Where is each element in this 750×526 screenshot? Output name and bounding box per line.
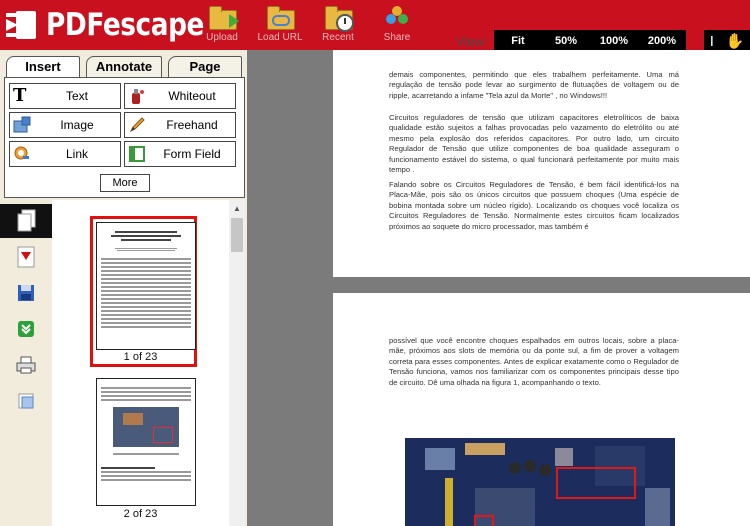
save-icon bbox=[18, 285, 34, 301]
pages-icon bbox=[17, 209, 36, 232]
text-tool-button[interactable]: T Text bbox=[9, 83, 121, 109]
pdf-button[interactable] bbox=[0, 240, 52, 274]
upload-folder-icon bbox=[207, 4, 239, 30]
top-bar: PDFescape Upload Load URL Recent Share V… bbox=[0, 0, 750, 52]
tab-page[interactable]: Page bbox=[168, 56, 242, 77]
page1-paragraph-1: demais componentes, permitindo que eles … bbox=[389, 70, 679, 100]
motherboard-image bbox=[405, 438, 675, 526]
whiteout-tool-label: Whiteout bbox=[168, 89, 216, 103]
pdfescape-logo-icon bbox=[6, 9, 38, 41]
tab-insert[interactable]: Insert bbox=[6, 56, 80, 77]
download-button[interactable] bbox=[0, 312, 52, 346]
motherboard-photo bbox=[405, 438, 675, 526]
pages-button[interactable] bbox=[0, 204, 52, 238]
link-icon bbox=[13, 145, 31, 163]
thumbnail-page-2[interactable] bbox=[96, 378, 196, 506]
tab-annotate[interactable]: Annotate bbox=[86, 56, 162, 77]
save-button[interactable] bbox=[0, 276, 52, 310]
zoom-bar: Fit 50% 100% 200% bbox=[494, 30, 686, 52]
page1-paragraph-3: Falando sobre os Circuitos Reguladores d… bbox=[389, 180, 679, 231]
whiteout-icon bbox=[128, 87, 146, 105]
image-icon bbox=[13, 116, 31, 134]
form-field-icon bbox=[128, 145, 146, 163]
cursor-tools: I ✋ bbox=[704, 30, 750, 52]
load-url-button[interactable]: Load URL bbox=[250, 4, 310, 43]
thumbnail-list: 1 of 23 2 of 23 bbox=[52, 200, 229, 526]
page-frame-icon bbox=[18, 393, 34, 409]
side-toolbar bbox=[0, 200, 52, 526]
insert-tools-panel: T Text Whiteout Image Freehand Link Form… bbox=[4, 77, 245, 198]
page-frame-button[interactable] bbox=[0, 384, 52, 418]
app-name: PDFescape bbox=[46, 7, 204, 43]
link-tool-label: Link bbox=[65, 147, 88, 161]
view-label: View: bbox=[456, 34, 488, 49]
page2-paragraph-1: possível que você encontre choques espal… bbox=[389, 336, 679, 387]
page1-paragraph-2: Circuitos reguladores de tensão que util… bbox=[389, 113, 679, 175]
load-url-label: Load URL bbox=[257, 32, 303, 43]
more-button[interactable]: More bbox=[100, 174, 150, 192]
thumbnail-page-1[interactable] bbox=[96, 222, 196, 350]
scrollbar-thumb[interactable] bbox=[231, 218, 243, 252]
recent-folder-icon bbox=[323, 4, 354, 32]
zoom-50[interactable]: 50% bbox=[542, 35, 590, 47]
hand-cursor-icon[interactable]: ✋ bbox=[726, 32, 745, 50]
freehand-tool-button[interactable]: Freehand bbox=[124, 112, 236, 138]
recent-button[interactable]: Recent bbox=[308, 4, 368, 43]
print-button[interactable] bbox=[0, 348, 52, 382]
thumbnail-label-1: 1 of 23 bbox=[123, 351, 158, 363]
share-people-icon bbox=[382, 4, 412, 30]
pdf-icon bbox=[17, 246, 35, 268]
form-field-tool-button[interactable]: Form Field bbox=[124, 141, 236, 167]
thumbnail-label-2: 2 of 23 bbox=[123, 508, 158, 520]
document-viewer[interactable]: demais componentes, permitindo que eles … bbox=[247, 50, 750, 526]
left-panel: Insert Annotate Page T Text Whiteout Ima… bbox=[0, 50, 247, 526]
form-field-tool-label: Form Field bbox=[163, 147, 221, 161]
download-icon bbox=[18, 321, 34, 337]
share-label: Share bbox=[383, 32, 411, 43]
print-icon bbox=[16, 356, 36, 374]
pencil-icon bbox=[128, 116, 146, 134]
upload-label: Upload bbox=[206, 32, 238, 43]
upload-button[interactable]: Upload bbox=[192, 4, 252, 43]
text-icon: T bbox=[13, 85, 27, 106]
whiteout-tool-button[interactable]: Whiteout bbox=[124, 83, 236, 109]
thumbnail-scrollbar[interactable]: ▲ bbox=[229, 200, 245, 526]
image-tool-label: Image bbox=[60, 118, 94, 132]
text-tool-label: Text bbox=[65, 89, 88, 103]
image-tool-button[interactable]: Image bbox=[9, 112, 121, 138]
document-page-2[interactable]: possível que você encontre choques espal… bbox=[333, 293, 750, 526]
zoom-fit[interactable]: Fit bbox=[494, 35, 542, 47]
document-page-1[interactable]: demais componentes, permitindo que eles … bbox=[333, 50, 750, 277]
freehand-tool-label: Freehand bbox=[166, 118, 218, 132]
zoom-200[interactable]: 200% bbox=[638, 35, 686, 47]
share-button[interactable]: Share bbox=[367, 4, 427, 43]
link-tool-button[interactable]: Link bbox=[9, 141, 121, 167]
recent-label: Recent bbox=[322, 32, 354, 43]
text-cursor-icon[interactable]: I bbox=[710, 33, 714, 50]
zoom-100[interactable]: 100% bbox=[590, 35, 638, 47]
link-folder-icon bbox=[265, 4, 295, 30]
scroll-up-arrow-icon[interactable]: ▲ bbox=[229, 202, 245, 216]
